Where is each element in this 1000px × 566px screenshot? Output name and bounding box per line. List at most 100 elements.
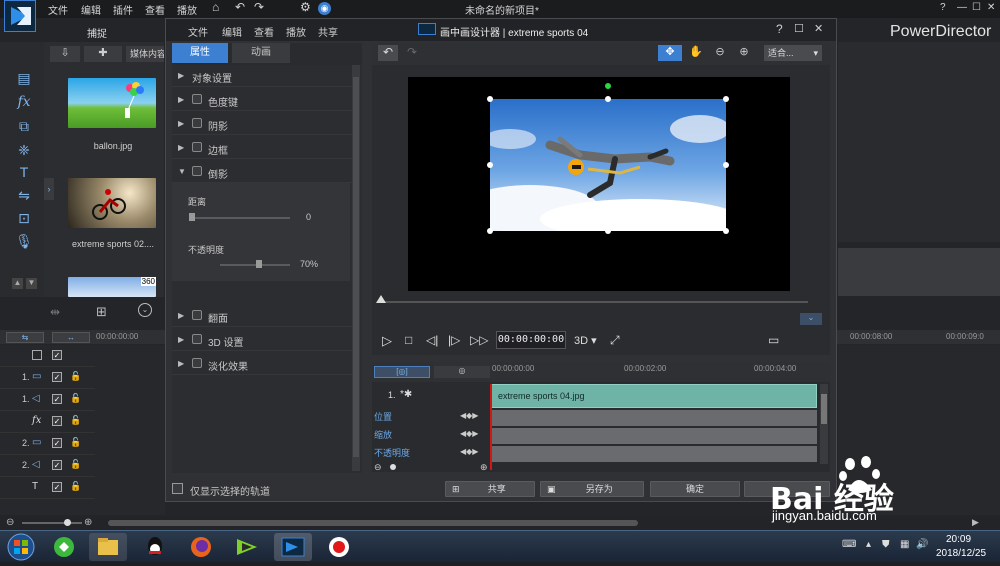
- resize-handle[interactable]: [605, 228, 611, 234]
- import-icon[interactable]: ⇩: [50, 46, 80, 62]
- redo-icon[interactable]: ↷: [254, 0, 264, 14]
- kf-zoom-out-icon[interactable]: ⊖: [374, 462, 382, 473]
- resize-handle[interactable]: [723, 96, 729, 102]
- preview-canvas[interactable]: [408, 77, 790, 291]
- fullscreen-icon[interactable]: ⤢: [610, 333, 620, 348]
- split-icon[interactable]: ⇹: [50, 305, 60, 319]
- maximize-icon[interactable]: ☐: [972, 2, 981, 13]
- taskbar-explorer-icon[interactable]: [89, 533, 127, 561]
- keyframe-lane[interactable]: [492, 428, 817, 444]
- zoom-in-icon[interactable]: ⊕: [84, 517, 92, 528]
- menu-edit[interactable]: 编辑: [81, 2, 101, 17]
- minimize-icon[interactable]: —: [957, 2, 967, 13]
- pip-object[interactable]: [490, 99, 726, 231]
- dlg-menu-share[interactable]: 共享: [318, 24, 338, 39]
- title-room-icon[interactable]: T: [14, 164, 34, 182]
- add-keyframe-icon[interactable]: [◎]: [374, 366, 430, 378]
- next-frame-icon[interactable]: |▷: [448, 333, 460, 347]
- prop-flip[interactable]: ▶ 翻面: [172, 305, 352, 327]
- pip-room-icon[interactable]: ⧉: [14, 118, 34, 136]
- resize-handle[interactable]: [487, 228, 493, 234]
- track-visibility-checkbox[interactable]: ✓: [52, 394, 62, 404]
- opacity-slider[interactable]: [256, 260, 262, 268]
- prop-fade[interactable]: ▶ 淡化效果: [172, 353, 352, 375]
- taskbar-app-icon[interactable]: [228, 533, 266, 561]
- lock-icon[interactable]: 🔓: [70, 459, 81, 470]
- taskbar-firefox-icon[interactable]: [182, 533, 220, 561]
- zoom-out-icon[interactable]: ⊖: [6, 517, 14, 528]
- zoom-in-preview-icon[interactable]: ⊕: [734, 45, 754, 61]
- voiceover-room-icon[interactable]: 🎙: [14, 233, 34, 251]
- prop-reflection[interactable]: ▼ 倒影: [172, 161, 352, 183]
- scroll-up-icon[interactable]: ▲: [12, 278, 23, 289]
- undo-icon[interactable]: ↶: [235, 0, 245, 14]
- keyframe-lane[interactable]: [492, 410, 817, 426]
- mode-3d-toggle[interactable]: 3D ▾: [574, 334, 597, 347]
- lock-icon[interactable]: 🔓: [70, 393, 81, 404]
- timeline-scrollbar[interactable]: [108, 520, 638, 526]
- home-icon[interactable]: ⌂: [212, 0, 219, 14]
- close-icon[interactable]: ✕: [987, 2, 995, 13]
- gear-icon[interactable]: ⚙: [300, 0, 311, 14]
- tray-volume-icon[interactable]: 🔊: [916, 539, 928, 550]
- prop-chroma-key[interactable]: ▶ 色度键: [172, 89, 352, 111]
- fast-forward-icon[interactable]: ▷▷: [470, 333, 488, 347]
- kf-zoom-slider[interactable]: [390, 464, 396, 470]
- dlg-menu-file[interactable]: 文件: [188, 24, 208, 39]
- stop-icon[interactable]: □: [405, 333, 412, 347]
- menu-play[interactable]: 播放: [177, 2, 197, 17]
- kf-zoom-in-icon[interactable]: ⊕: [480, 462, 488, 473]
- fit-timeline-icon[interactable]: ↔: [52, 332, 90, 343]
- crop-icon[interactable]: ⊞: [96, 304, 107, 320]
- remove-keyframe-icon[interactable]: ◎: [434, 366, 490, 378]
- scrubber-head[interactable]: [376, 295, 386, 303]
- zoom-out-preview-icon[interactable]: ⊖: [710, 45, 730, 61]
- move-tool-icon[interactable]: ✥: [658, 45, 682, 61]
- play-icon[interactable]: ▷: [382, 333, 392, 349]
- lock-icon[interactable]: 🔓: [70, 437, 81, 448]
- prev-frame-icon[interactable]: ◁|: [426, 333, 438, 347]
- prop-shadow[interactable]: ▶ 阴影: [172, 113, 352, 135]
- scrubber-track[interactable]: [378, 301, 808, 303]
- zoom-slider[interactable]: [64, 519, 71, 526]
- resize-handle[interactable]: [487, 96, 493, 102]
- track-visibility-checkbox[interactable]: ✓: [52, 482, 62, 492]
- dlg-undo-icon[interactable]: ↶: [378, 45, 398, 61]
- prop-border[interactable]: ▶ 边框: [172, 137, 352, 159]
- dlg-menu-edit[interactable]: 编辑: [222, 24, 242, 39]
- track-visibility-checkbox[interactable]: ✓: [52, 460, 62, 470]
- collapse-preview-icon[interactable]: ⌄: [800, 313, 822, 325]
- tab-properties[interactable]: 属性: [172, 43, 228, 63]
- lock-icon[interactable]: 🔓: [70, 481, 81, 492]
- resize-handle[interactable]: [723, 228, 729, 234]
- tray-security-icon[interactable]: ⛊: [882, 539, 890, 550]
- taskbar-qq-icon[interactable]: [136, 533, 174, 561]
- lock-icon[interactable]: 🔓: [70, 371, 81, 382]
- lock-icon[interactable]: 🔓: [70, 415, 81, 426]
- tab-animation[interactable]: 动画: [232, 43, 290, 63]
- fx-room-icon[interactable]: fx: [14, 94, 34, 112]
- prop-checkbox[interactable]: [192, 358, 202, 368]
- resize-handle[interactable]: [605, 96, 611, 102]
- taskbar-powerdirector-icon[interactable]: [274, 533, 312, 561]
- prop-checkbox[interactable]: [192, 334, 202, 344]
- taskbar-recorder-icon[interactable]: [320, 533, 358, 561]
- particle-room-icon[interactable]: ❈: [14, 142, 34, 160]
- track-visibility-checkbox[interactable]: ✓: [52, 438, 62, 448]
- display-settings-icon[interactable]: ▭: [768, 333, 779, 347]
- ok-button[interactable]: 确定: [650, 481, 740, 497]
- resize-handle[interactable]: [723, 162, 729, 168]
- scroll-down-icon[interactable]: ▼: [26, 278, 37, 289]
- taskbar-360-icon[interactable]: [45, 533, 83, 561]
- more-tools-icon[interactable]: ⌄: [138, 303, 152, 317]
- track-visibility-checkbox[interactable]: ✓: [52, 350, 62, 360]
- prop-checkbox[interactable]: [192, 94, 202, 104]
- media-thumb-ballon[interactable]: [68, 78, 156, 128]
- share-button[interactable]: ⊞ 共享: [445, 481, 535, 497]
- prop-checkbox[interactable]: [192, 310, 202, 320]
- hand-tool-icon[interactable]: ✋: [686, 45, 706, 61]
- start-button[interactable]: [4, 531, 38, 563]
- prop-checkbox[interactable]: [192, 118, 202, 128]
- menu-file[interactable]: 文件: [48, 2, 68, 17]
- transition-room-icon[interactable]: ⇋: [14, 187, 34, 205]
